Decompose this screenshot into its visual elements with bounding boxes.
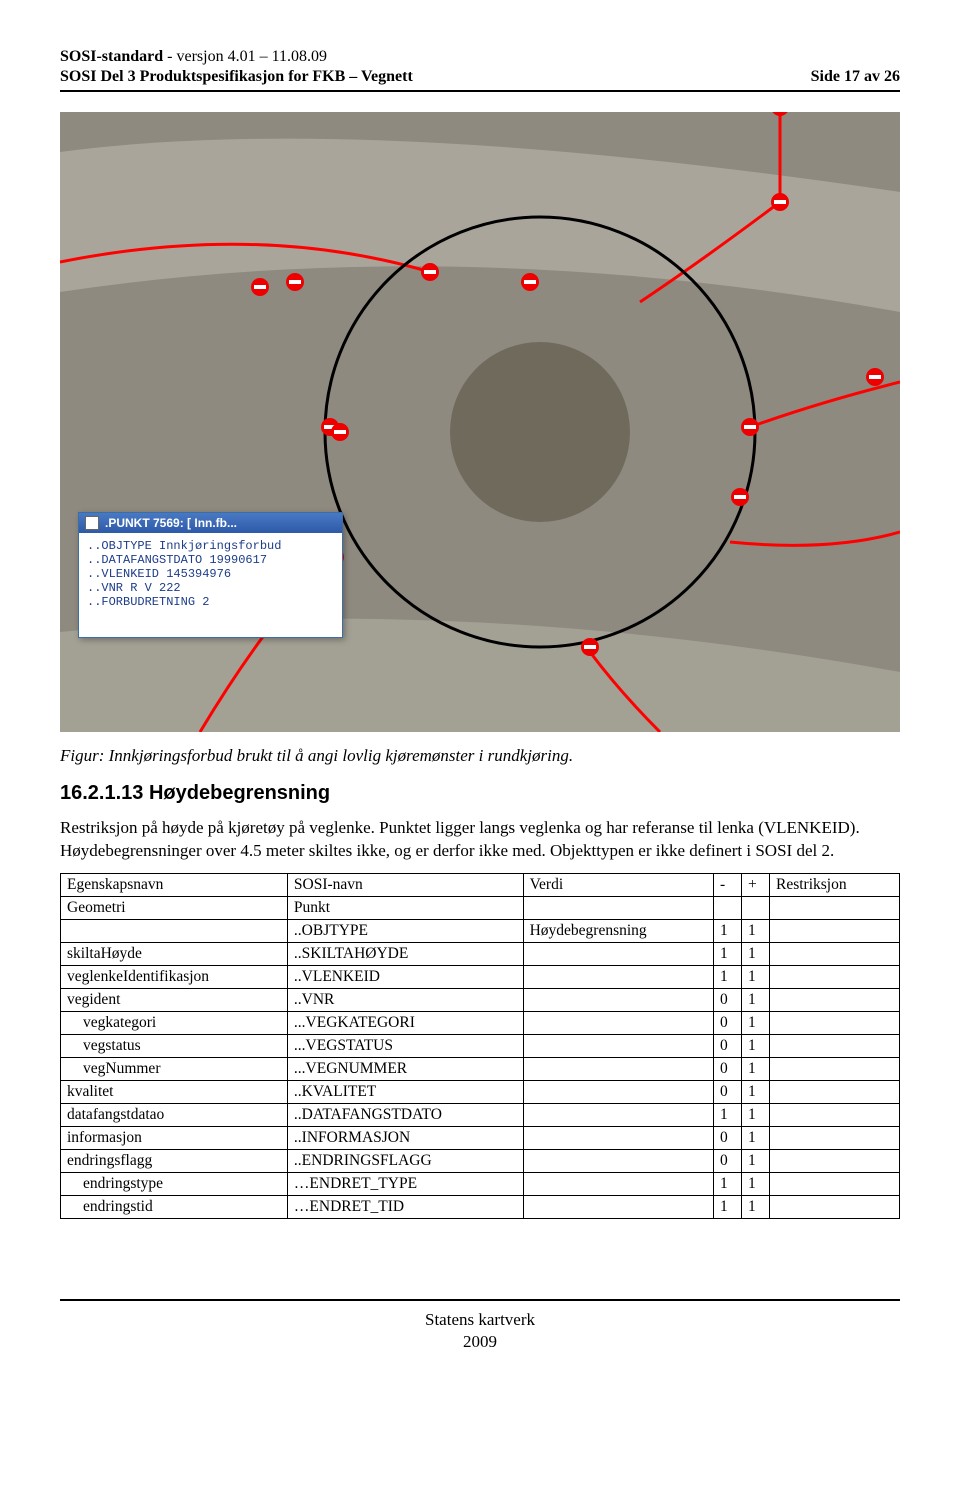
th-sosi-navn: SOSI-navn [287, 873, 523, 896]
header-rule [60, 90, 900, 92]
th-restriksjon: Restriksjon [770, 873, 900, 896]
table-row: informasjon..INFORMASJON01 [61, 1126, 900, 1149]
footer-year: 2009 [60, 1331, 900, 1353]
properties-title-text: .PUNKT 7569: [ Inn.fb... [105, 516, 237, 530]
figure-svg [60, 112, 900, 732]
std-label: SOSI-standard [60, 48, 163, 65]
table-row: kvalitet..KVALITET01 [61, 1080, 900, 1103]
table-row: datafangstdatao..DATAFANGSTDATO11 [61, 1103, 900, 1126]
table-row: vegNummer...VEGNUMMER01 [61, 1057, 900, 1080]
table-row: ..OBJTYPEHøydebegrensning11 [61, 919, 900, 942]
section-heading: 16.2.1.13 Høydebegrensning [60, 782, 900, 805]
properties-body: ..OBJTYPE Innkjøringsforbud ..DATAFANGST… [79, 533, 342, 637]
table-row: endringsflagg..ENDRINGSFLAGG01 [61, 1149, 900, 1172]
footer-rule [60, 1299, 900, 1301]
table-row: skiltaHøyde..SKILTAHØYDE11 [61, 942, 900, 965]
table-row: endringstid…ENDRET_TID11 [61, 1195, 900, 1218]
footer: Statens kartverk 2009 [60, 1309, 900, 1353]
header-line1: SOSI-standard - versjon 4.01 – 11.08.09 [60, 48, 900, 66]
th-minus: - [714, 873, 742, 896]
page-label: Side 17 av 26 [811, 68, 900, 86]
table-header-row: Egenskapsnavn SOSI-navn Verdi - + Restri… [61, 873, 900, 896]
spec-table: Egenskapsnavn SOSI-navn Verdi - + Restri… [60, 873, 900, 1219]
th-egenskapsnavn: Egenskapsnavn [61, 873, 288, 896]
table-row: GeometriPunkt [61, 896, 900, 919]
table-row: endringstype…ENDRET_TYPE11 [61, 1172, 900, 1195]
table-row: veglenkeIdentifikasjon..VLENKEID11 [61, 965, 900, 988]
document-icon [85, 516, 99, 530]
th-plus: + [742, 873, 770, 896]
header-line2: SOSI Del 3 Produktspesifikasjon for FKB … [60, 68, 900, 86]
body-paragraph: Restriksjon på høyde på kjøretøy på vegl… [60, 817, 900, 863]
properties-window: .PUNKT 7569: [ Inn.fb... ..OBJTYPE Innkj… [78, 512, 343, 638]
std-suffix: - versjon 4.01 – 11.08.09 [163, 48, 327, 65]
table-row: vegkategori...VEGKATEGORI01 [61, 1011, 900, 1034]
table-row: vegident..VNR01 [61, 988, 900, 1011]
th-verdi: Verdi [523, 873, 713, 896]
footer-org: Statens kartverk [60, 1309, 900, 1331]
doc-title: SOSI Del 3 Produktspesifikasjon for FKB … [60, 68, 413, 86]
properties-titlebar: .PUNKT 7569: [ Inn.fb... [79, 513, 342, 533]
table-row: vegstatus...VEGSTATUS01 [61, 1034, 900, 1057]
figure-aerial: .PUNKT 7569: [ Inn.fb... ..OBJTYPE Innkj… [60, 112, 900, 732]
figure-caption: Figur: Innkjøringsforbud brukt til å ang… [60, 746, 900, 766]
